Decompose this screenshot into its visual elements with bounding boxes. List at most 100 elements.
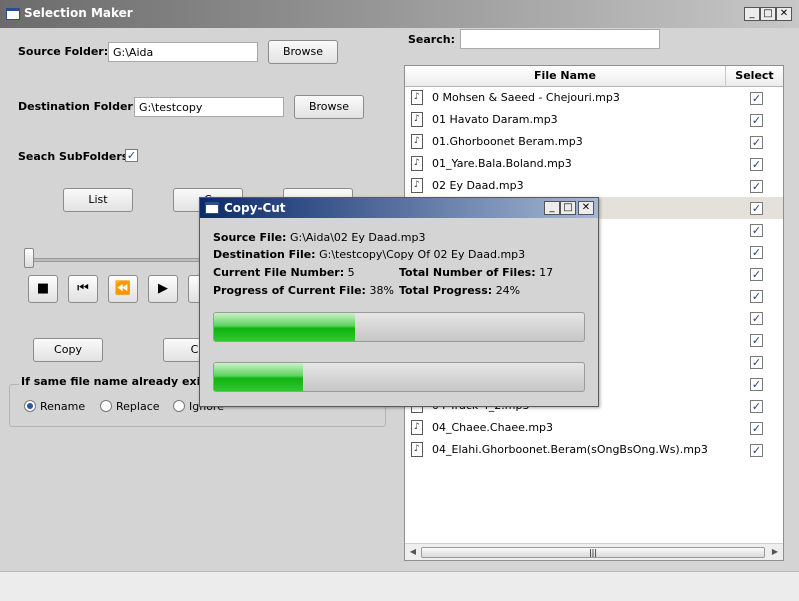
dialog-source-label: Source File: <box>213 231 287 244</box>
seek-slider-handle[interactable] <box>24 248 34 268</box>
current-file-progress-bar <box>213 312 585 342</box>
search-input[interactable] <box>460 29 660 49</box>
select-checkbox[interactable]: ✓ <box>750 400 763 413</box>
select-checkbox[interactable]: ✓ <box>750 334 763 347</box>
select-checkbox[interactable]: ✓ <box>750 444 763 457</box>
select-checkbox[interactable]: ✓ <box>750 268 763 281</box>
select-checkbox[interactable]: ✓ <box>750 246 763 259</box>
select-checkbox[interactable]: ✓ <box>750 180 763 193</box>
table-row[interactable]: 04_Chaee.Chaee.mp3 ✓ <box>405 417 783 439</box>
select-checkbox[interactable]: ✓ <box>750 202 763 215</box>
close-icon[interactable]: ✕ <box>776 7 792 21</box>
audio-file-icon <box>411 178 423 193</box>
select-checkbox[interactable]: ✓ <box>750 356 763 369</box>
stop-icon: ■ <box>36 281 50 296</box>
previous-track-button[interactable]: ⏮ <box>68 275 98 303</box>
horizontal-scrollbar[interactable]: ◀ ||| ▶ <box>405 543 783 560</box>
table-row[interactable]: 02 Ey Daad.mp3 ✓ <box>405 175 783 197</box>
maximize-icon[interactable]: □ <box>560 201 576 215</box>
copy-button[interactable]: Copy <box>33 338 103 362</box>
play-icon: ▶ <box>158 281 168 296</box>
rename-radio[interactable] <box>24 400 36 412</box>
minimize-icon[interactable]: _ <box>544 201 560 215</box>
destination-browse-button[interactable]: Browse <box>294 95 364 119</box>
play-button[interactable]: ▶ <box>148 275 178 303</box>
file-name-cell: 0 Mohsen & Saeed - Chejouri.mp3 <box>432 91 620 104</box>
current-file-number-value: 5 <box>347 266 355 279</box>
dialog-destination-label: Destination File: <box>213 248 316 261</box>
select-checkbox[interactable]: ✓ <box>750 290 763 303</box>
same-name-group-title: If same file name already exists <box>19 375 221 388</box>
file-name-cell: 01 Havato Daram.mp3 <box>432 113 558 126</box>
current-progress-label: Progress of Current File: <box>213 284 366 297</box>
dialog-title: Copy-Cut <box>224 201 286 215</box>
table-row[interactable]: 01_Yare.Bala.Boland.mp3 ✓ <box>405 153 783 175</box>
file-name-cell: 01_Yare.Bala.Boland.mp3 <box>432 157 572 170</box>
window-title: Selection Maker <box>24 6 133 20</box>
replace-radio[interactable] <box>100 400 112 412</box>
dialog-current-progress: Progress of Current File: 38% <box>213 284 394 297</box>
select-checkbox[interactable]: ✓ <box>750 378 763 391</box>
audio-file-icon <box>411 90 423 105</box>
total-files-label: Total Number of Files: <box>399 266 536 279</box>
copy-cut-dialog: Copy-Cut _ □ ✕ Source File: G:\Aida\02 E… <box>199 197 599 407</box>
audio-file-icon <box>411 442 423 457</box>
audio-file-icon <box>411 112 423 127</box>
scrollbar-thumb[interactable]: ||| <box>421 547 765 558</box>
stop-button[interactable]: ■ <box>28 275 58 303</box>
table-row[interactable]: 0 Mohsen & Saeed - Chejouri.mp3 ✓ <box>405 87 783 109</box>
select-checkbox[interactable]: ✓ <box>750 136 763 149</box>
rewind-icon: ⏪ <box>114 281 132 296</box>
audio-file-icon <box>411 420 423 435</box>
select-checkbox[interactable]: ✓ <box>750 422 763 435</box>
source-folder-input[interactable]: G:\Aida <box>108 42 258 62</box>
column-header-select[interactable]: Select <box>726 66 783 87</box>
search-subfolders-checkbox[interactable]: ✓ <box>125 149 138 162</box>
total-files-value: 17 <box>539 266 554 279</box>
list-button[interactable]: List <box>63 188 133 212</box>
ignore-radio[interactable] <box>173 400 185 412</box>
destination-folder-label: Destination Folder: <box>18 100 138 113</box>
table-row[interactable]: 04_Elahi.Ghorboonet.Beram(sOngBsOng.Ws).… <box>405 439 783 461</box>
table-row[interactable]: 01.Ghorboonet Beram.mp3 ✓ <box>405 131 783 153</box>
current-file-progress-fill <box>214 313 355 341</box>
dialog-destination-value: G:\testcopy\Copy Of 02 Ey Daad.mp3 <box>319 248 526 261</box>
select-checkbox[interactable]: ✓ <box>750 158 763 171</box>
current-progress-value: 38% <box>369 284 394 297</box>
source-browse-button[interactable]: Browse <box>268 40 338 64</box>
dialog-total-progress: Total Progress: 24% <box>399 284 520 297</box>
dialog-source-file: Source File: G:\Aida\02 Ey Daad.mp3 <box>213 231 426 244</box>
dialog-title-bar[interactable]: Copy-Cut _ □ ✕ <box>200 198 598 218</box>
file-name-cell: 04_Chaee.Chaee.mp3 <box>432 421 554 434</box>
minimize-icon[interactable]: _ <box>744 7 760 21</box>
destination-folder-input[interactable]: G:\testcopy <box>134 97 284 117</box>
close-icon[interactable]: ✕ <box>578 201 594 215</box>
maximize-icon[interactable]: □ <box>760 7 776 21</box>
audio-file-icon <box>411 156 423 171</box>
scroll-right-icon[interactable]: ▶ <box>769 546 781 558</box>
total-progress-fill <box>214 363 303 391</box>
select-checkbox[interactable]: ✓ <box>750 114 763 127</box>
search-subfolders-label: Seach SubFolders <box>18 150 129 163</box>
scroll-left-icon[interactable]: ◀ <box>407 546 419 558</box>
select-checkbox[interactable]: ✓ <box>750 224 763 237</box>
select-checkbox[interactable]: ✓ <box>750 312 763 325</box>
rename-label: Rename <box>40 400 86 413</box>
file-name-cell: 02 Ey Daad.mp3 <box>432 179 524 192</box>
select-checkbox[interactable]: ✓ <box>750 92 763 105</box>
column-header-file-name[interactable]: File Name <box>405 66 726 87</box>
app-window-icon <box>6 8 20 20</box>
main-title-bar[interactable]: Selection Maker _ □ ✕ <box>0 0 799 28</box>
status-bar <box>0 571 799 601</box>
previous-track-icon: ⏮ <box>77 281 89 296</box>
file-name-cell: 01.Ghorboonet Beram.mp3 <box>432 135 583 148</box>
rewind-button[interactable]: ⏪ <box>108 275 138 303</box>
total-progress-label: Total Progress: <box>399 284 493 297</box>
replace-label: Replace <box>116 400 160 413</box>
file-list-header: File Name Select <box>405 66 783 87</box>
dialog-total-files: Total Number of Files: 17 <box>399 266 553 279</box>
total-progress-value: 24% <box>495 284 521 297</box>
seek-slider-track[interactable] <box>28 258 208 262</box>
table-row[interactable]: 01 Havato Daram.mp3 ✓ <box>405 109 783 131</box>
current-file-number-label: Current File Number: <box>213 266 345 279</box>
